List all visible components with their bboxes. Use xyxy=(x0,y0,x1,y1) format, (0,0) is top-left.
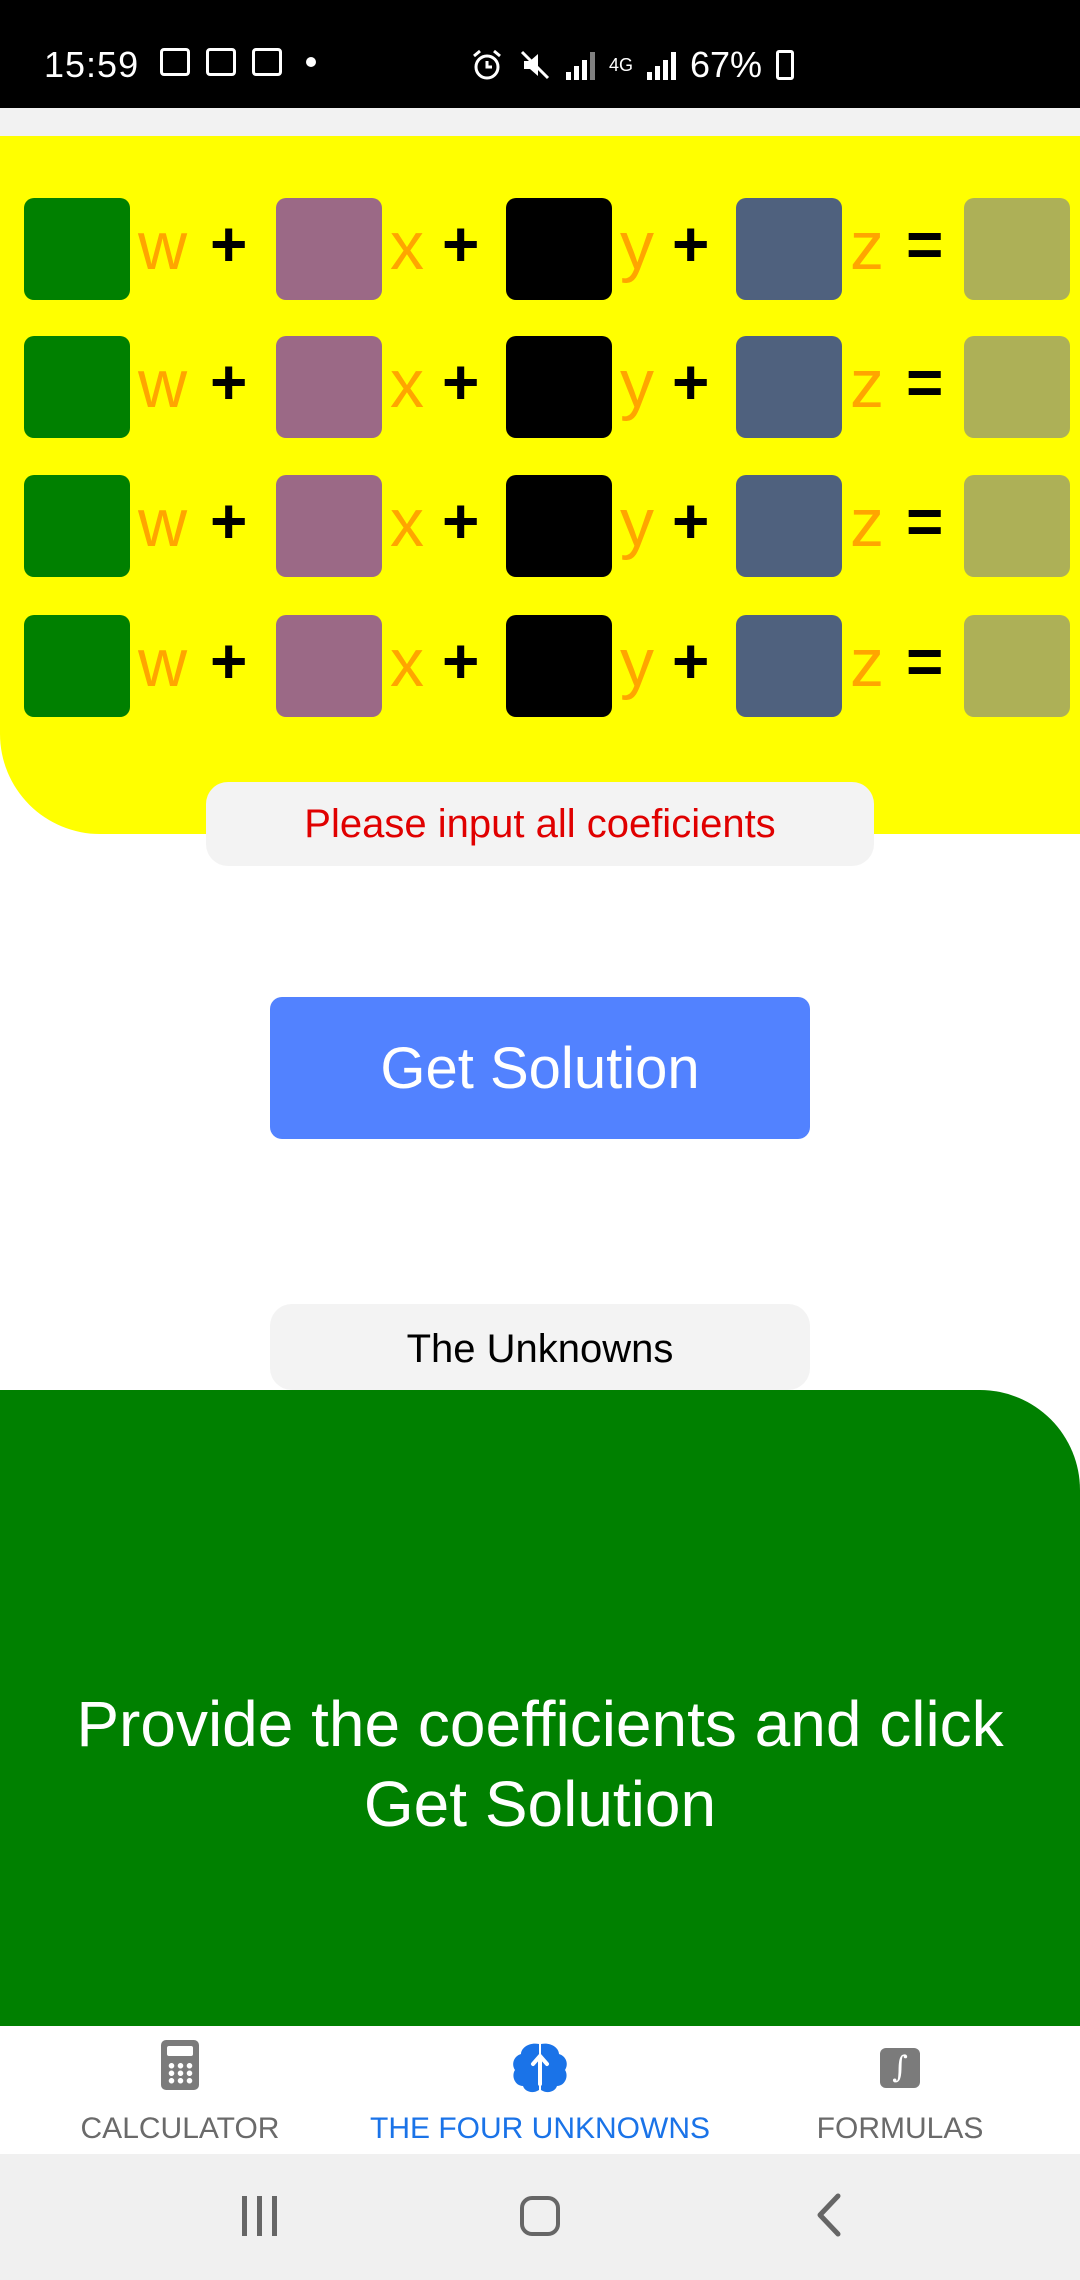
equals-sign: = xyxy=(906,485,944,557)
variable-z: z xyxy=(850,485,884,561)
coefficient-w-input[interactable] xyxy=(24,336,130,438)
coefficient-y-input[interactable] xyxy=(506,615,612,717)
signal-icon xyxy=(566,50,595,80)
plus-sign: + xyxy=(210,485,248,557)
coefficient-x-input[interactable] xyxy=(276,198,382,300)
variable-z: z xyxy=(850,208,884,284)
tab-calculator[interactable]: CALCULATOR xyxy=(0,2026,360,2154)
variable-x: x xyxy=(390,625,424,701)
result-constant-input[interactable] xyxy=(964,475,1070,577)
variable-w: w xyxy=(138,625,188,701)
result-constant-input[interactable] xyxy=(964,615,1070,717)
variable-y: y xyxy=(620,208,654,284)
variable-x: x xyxy=(390,346,424,422)
coefficient-x-input[interactable] xyxy=(276,615,382,717)
equals-sign: = xyxy=(906,208,944,280)
variable-w: w xyxy=(138,346,188,422)
result-panel: Provide the coefficients and click Get S… xyxy=(0,1390,1080,2026)
tab-formulas[interactable]: ∫ FORMULAS xyxy=(720,2026,1080,2154)
coefficient-z-input[interactable] xyxy=(736,336,842,438)
variable-y: y xyxy=(620,485,654,561)
alarm-icon xyxy=(473,49,501,80)
tab-calculator-label: CALCULATOR xyxy=(80,2112,280,2145)
notification-icons xyxy=(160,48,316,76)
more-notifications-icon xyxy=(306,57,316,67)
variable-y: y xyxy=(620,346,654,422)
result-message: Provide the coefficients and click Get S… xyxy=(76,1688,1004,1840)
result-constant-input[interactable] xyxy=(964,336,1070,438)
variable-x: x xyxy=(390,208,424,284)
equals-sign: = xyxy=(906,625,944,697)
unknowns-heading: The Unknowns xyxy=(270,1304,810,1390)
coefficient-z-input[interactable] xyxy=(736,475,842,577)
validation-message: Please input all coeficients xyxy=(206,782,874,866)
variable-w: w xyxy=(138,208,188,284)
integral-icon: ∫ xyxy=(880,2048,920,2088)
bottom-navigation: CALCULATOR THE FOUR UNKNOWNS ∫ FORMULAS xyxy=(0,2026,1080,2154)
plus-sign: + xyxy=(672,208,710,280)
plus-sign: + xyxy=(672,346,710,418)
calculator-icon xyxy=(161,2040,199,2090)
equals-sign: = xyxy=(906,346,944,418)
home-button[interactable] xyxy=(520,2196,560,2236)
plus-sign: + xyxy=(672,485,710,557)
plus-sign: + xyxy=(672,625,710,697)
coefficient-y-input[interactable] xyxy=(506,475,612,577)
coefficient-y-input[interactable] xyxy=(506,336,612,438)
plus-sign: + xyxy=(442,346,480,418)
plus-sign: + xyxy=(442,208,480,280)
plus-sign: + xyxy=(210,625,248,697)
battery-percent: 67% xyxy=(690,44,763,85)
coefficient-x-input[interactable] xyxy=(276,336,382,438)
plus-sign: + xyxy=(442,625,480,697)
toolbar-strip xyxy=(0,108,1080,136)
get-solution-button[interactable]: Get Solution xyxy=(270,997,810,1139)
coefficient-x-input[interactable] xyxy=(276,475,382,577)
result-constant-input[interactable] xyxy=(964,198,1070,300)
coefficient-y-input[interactable] xyxy=(506,198,612,300)
tab-four-unknowns[interactable]: THE FOUR UNKNOWNS xyxy=(360,2026,720,2154)
system-navigation-bar xyxy=(0,2154,1080,2280)
image-notification-icon xyxy=(160,48,190,76)
plus-sign: + xyxy=(210,346,248,418)
status-bar: 15:59 4G 67% xyxy=(0,0,1080,108)
brain-icon xyxy=(513,2043,567,2093)
equation-row: w + x + y + z = xyxy=(0,336,1080,438)
tab-formulas-label: FORMULAS xyxy=(816,2112,984,2145)
plus-sign: + xyxy=(210,208,248,280)
status-time: 15:59 xyxy=(44,44,140,85)
equation-row: w + x + y + z = xyxy=(0,198,1080,300)
network-type: 4G xyxy=(609,55,634,75)
coefficient-z-input[interactable] xyxy=(736,198,842,300)
battery-icon xyxy=(776,50,795,80)
equation-panel: w + x + y + z = w + x + y + z = w + x + … xyxy=(0,136,1080,834)
equation-row: w + x + y + z = xyxy=(0,475,1080,577)
tab-four-unknowns-label: THE FOUR UNKNOWNS xyxy=(370,2112,710,2145)
gmail-notification-icon xyxy=(206,48,236,76)
variable-y: y xyxy=(620,625,654,701)
back-button[interactable] xyxy=(810,2192,850,2238)
mute-icon xyxy=(520,50,550,80)
variable-z: z xyxy=(850,625,884,701)
variable-x: x xyxy=(390,485,424,561)
coefficient-w-input[interactable] xyxy=(24,198,130,300)
recent-apps-button[interactable] xyxy=(240,2196,280,2236)
variable-z: z xyxy=(850,346,884,422)
coefficient-w-input[interactable] xyxy=(24,615,130,717)
signal-icon-2 xyxy=(647,50,676,80)
equation-row: w + x + y + z = xyxy=(0,615,1080,717)
system-icons: 4G 67% xyxy=(470,44,795,86)
coefficient-w-input[interactable] xyxy=(24,475,130,577)
outlook-notification-icon xyxy=(252,48,282,76)
plus-sign: + xyxy=(442,485,480,557)
coefficient-z-input[interactable] xyxy=(736,615,842,717)
variable-w: w xyxy=(138,485,188,561)
